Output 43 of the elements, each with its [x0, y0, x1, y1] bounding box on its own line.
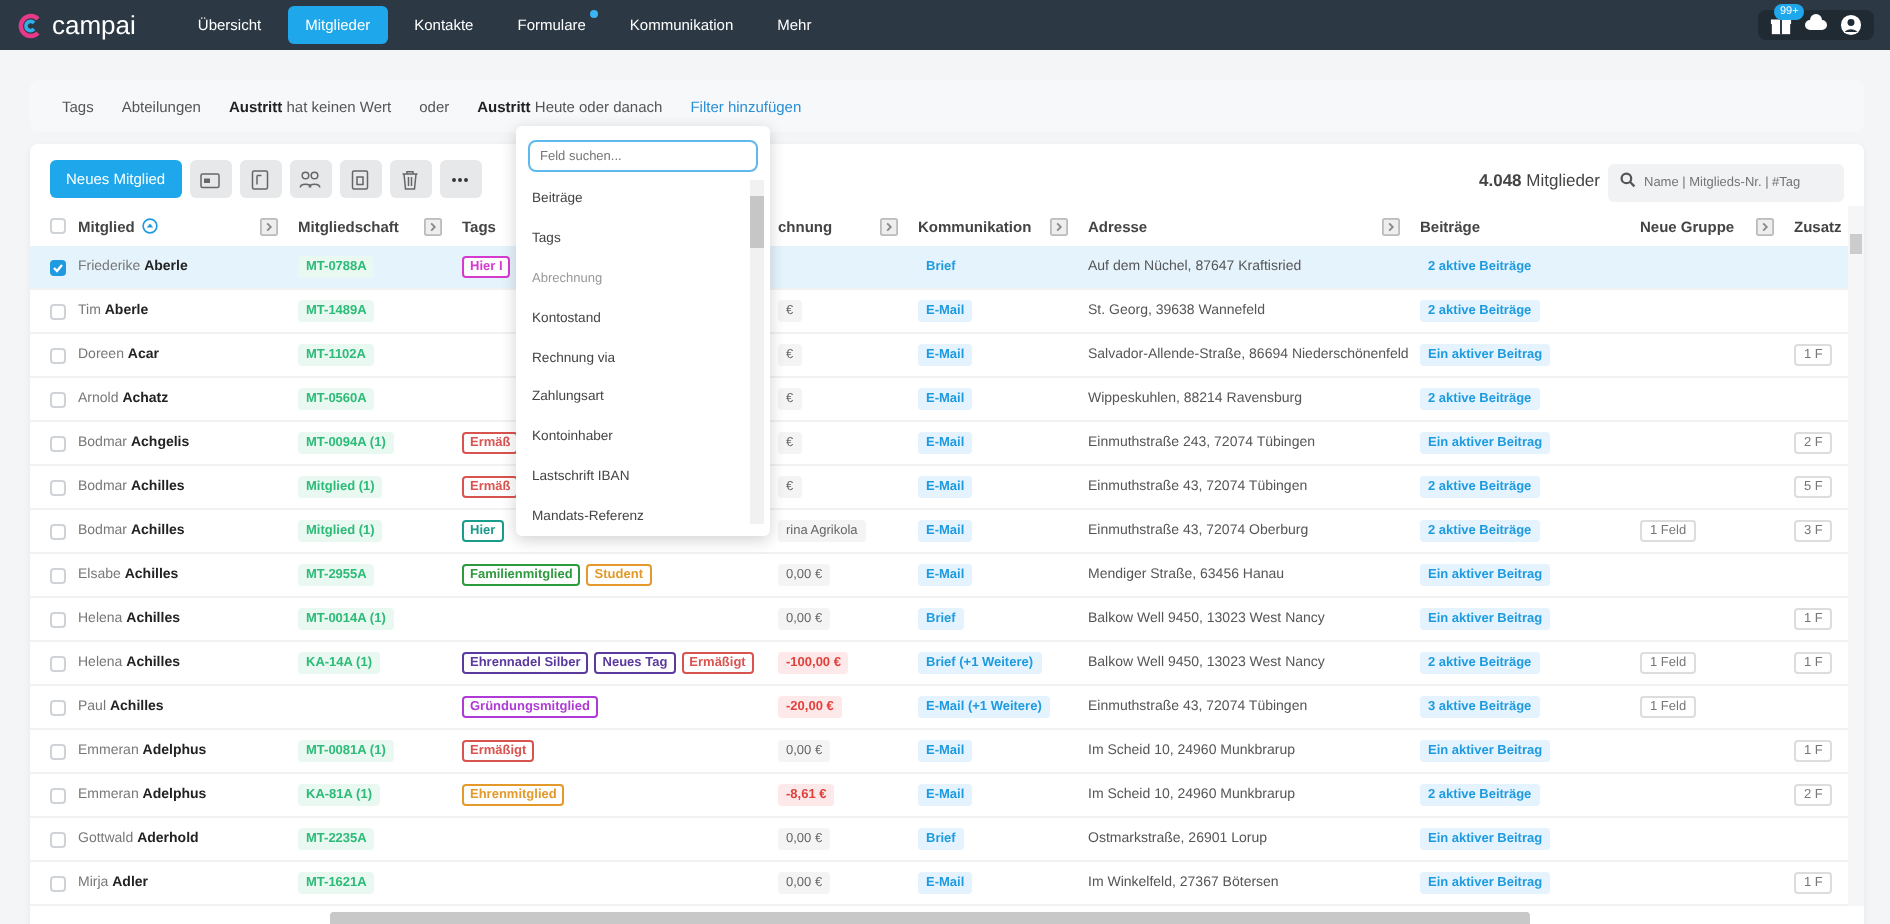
row-checkbox[interactable] [50, 347, 66, 363]
vertical-scrollbar[interactable] [1848, 206, 1864, 906]
trash-icon [398, 167, 423, 191]
people-icon [298, 167, 323, 191]
row-checkbox[interactable] [50, 567, 66, 583]
row-checkbox[interactable] [50, 699, 66, 715]
search-icon [1620, 171, 1636, 187]
member-count: 4.048 Mitglieder [1479, 169, 1600, 189]
tool-button[interactable] [339, 160, 382, 198]
expand-icon[interactable] [1756, 217, 1774, 235]
logo-text: campai [52, 10, 136, 40]
row-checkbox[interactable] [50, 787, 66, 803]
tool-button[interactable] [239, 160, 282, 198]
row-checkbox[interactable] [50, 831, 66, 847]
expand-icon[interactable] [1382, 217, 1400, 235]
row-checkbox[interactable] [50, 303, 66, 319]
row-checkbox[interactable] [50, 435, 66, 451]
dropdown-scrollbar[interactable] [750, 180, 764, 524]
expand-icon[interactable] [1050, 217, 1068, 235]
expand-icon[interactable] [260, 217, 278, 235]
tool-button[interactable] [189, 160, 232, 198]
sort-icon[interactable] [142, 218, 159, 234]
row-checkbox[interactable] [50, 259, 66, 275]
cloud-icon[interactable] [1804, 14, 1828, 36]
horizontal-scrollbar[interactable] [330, 912, 1530, 924]
tool-button[interactable] [439, 160, 482, 198]
logo-icon [16, 11, 44, 39]
document-icon [248, 167, 273, 191]
row-checkbox[interactable] [50, 611, 66, 627]
card-icon [198, 167, 223, 191]
row-checkbox[interactable] [50, 875, 66, 891]
expand-icon[interactable] [880, 217, 898, 235]
calendar-icon [348, 167, 373, 191]
user-icon[interactable] [1840, 14, 1862, 36]
select-all-checkbox[interactable] [50, 218, 66, 234]
tool-button[interactable] [289, 160, 332, 198]
row-checkbox[interactable] [50, 479, 66, 495]
row-checkbox[interactable] [50, 655, 66, 671]
tool-button[interactable] [389, 160, 432, 198]
row-checkbox[interactable] [50, 523, 66, 539]
row-checkbox[interactable] [50, 743, 66, 759]
row-checkbox[interactable] [50, 391, 66, 407]
expand-icon[interactable] [424, 217, 442, 235]
